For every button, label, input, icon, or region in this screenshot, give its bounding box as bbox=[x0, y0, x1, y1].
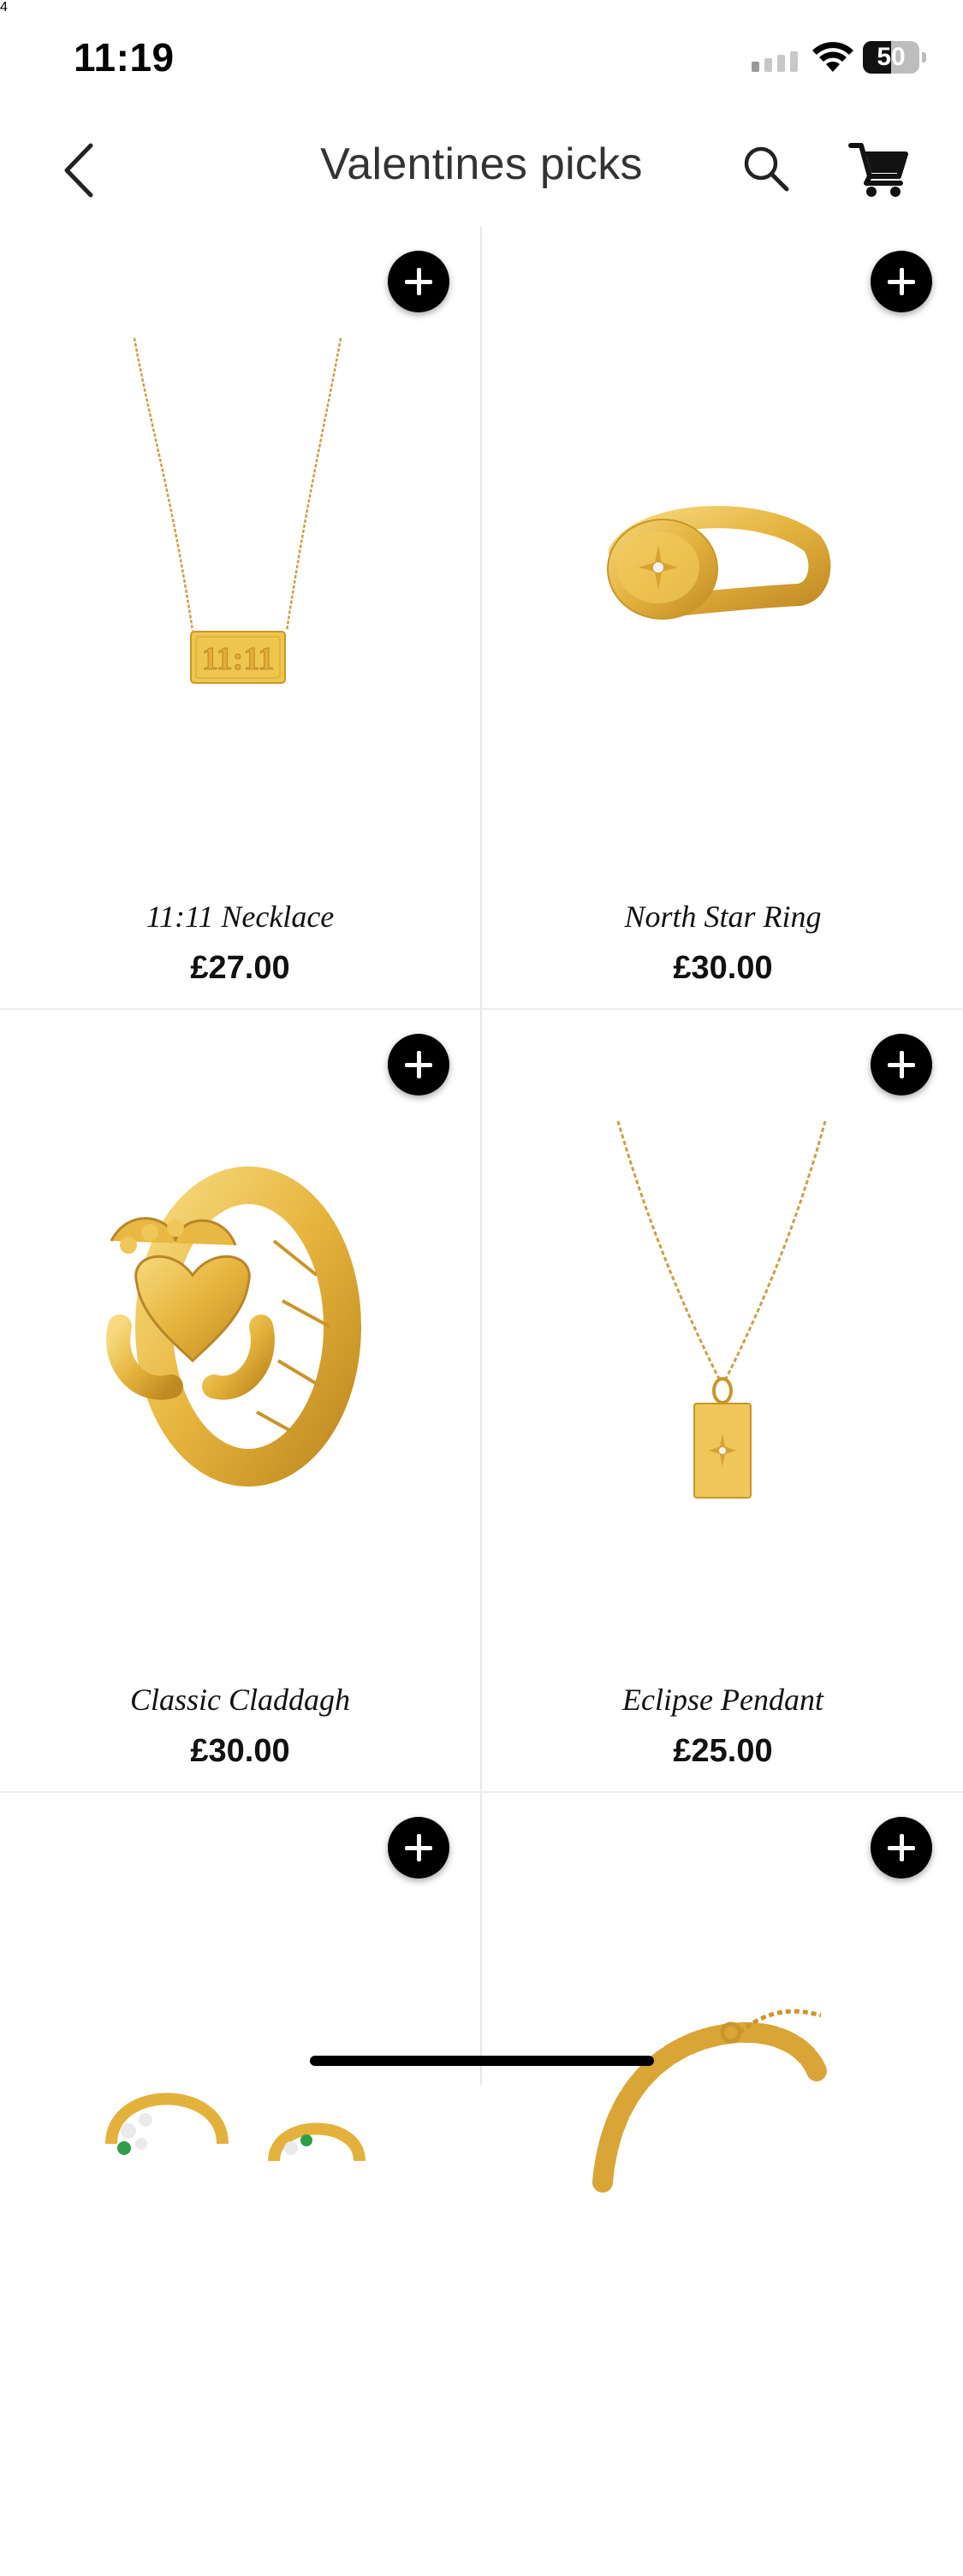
page-title: Valentines picks bbox=[320, 139, 643, 189]
add-to-cart-button[interactable] bbox=[871, 1034, 932, 1095]
plate-text: 11:11 bbox=[202, 641, 274, 677]
grid-divider bbox=[480, 227, 482, 2085]
add-to-cart-button[interactable] bbox=[388, 1817, 449, 1879]
rectangle-pendant-image bbox=[616, 1120, 827, 1499]
battery-icon: 50 bbox=[863, 41, 926, 74]
search-icon[interactable] bbox=[740, 143, 792, 194]
status-time: 11:19 bbox=[74, 35, 175, 80]
wifi-icon bbox=[812, 42, 853, 72]
product-grid: 11:11 11:11 Necklace £27.00 North Star R… bbox=[0, 227, 963, 2193]
battery-percent: 50 bbox=[877, 43, 906, 71]
product-price: £30.00 bbox=[673, 950, 773, 986]
cart-icon[interactable] bbox=[847, 137, 909, 199]
product-card[interactable]: North Star Ring £30.00 bbox=[483, 227, 963, 1010]
navigation-bar: Valentines picks bbox=[0, 111, 963, 227]
add-to-cart-button[interactable] bbox=[871, 1817, 932, 1879]
product-name[interactable]: Eclipse Pendant bbox=[483, 1682, 963, 1718]
status-bar: 11:19 50 bbox=[0, 0, 963, 111]
back-arrow-icon[interactable] bbox=[56, 140, 104, 200]
product-price: £30.00 bbox=[190, 1733, 290, 1769]
chain-bracelet-image bbox=[592, 2009, 827, 2193]
nameplate-necklace-image: 11:11 bbox=[133, 337, 342, 684]
cellular-signal-icon bbox=[752, 51, 798, 72]
add-to-cart-button[interactable] bbox=[388, 251, 449, 312]
product-price: £27.00 bbox=[190, 950, 290, 986]
claddagh-ring-image bbox=[106, 1166, 361, 1487]
add-to-cart-button[interactable] bbox=[388, 1034, 449, 1095]
product-price: £25.00 bbox=[673, 1733, 773, 1769]
product-card[interactable] bbox=[483, 1793, 963, 2576]
product-card[interactable]: Classic Claddagh £30.00 bbox=[0, 1010, 480, 1793]
home-indicator[interactable] bbox=[310, 2056, 654, 2066]
product-name[interactable]: North Star Ring bbox=[483, 899, 963, 935]
hoop-earrings-image bbox=[105, 2092, 366, 2162]
add-to-cart-button[interactable] bbox=[871, 251, 932, 312]
product-card[interactable]: 11:11 11:11 Necklace £27.00 bbox=[0, 227, 480, 1010]
product-card[interactable] bbox=[0, 1793, 480, 2576]
product-name[interactable]: 11:11 Necklace bbox=[0, 899, 480, 935]
product-card[interactable]: Eclipse Pendant £25.00 bbox=[483, 1010, 963, 1793]
signet-ring-image bbox=[607, 506, 831, 620]
product-name[interactable]: Classic Claddagh bbox=[0, 1682, 480, 1718]
